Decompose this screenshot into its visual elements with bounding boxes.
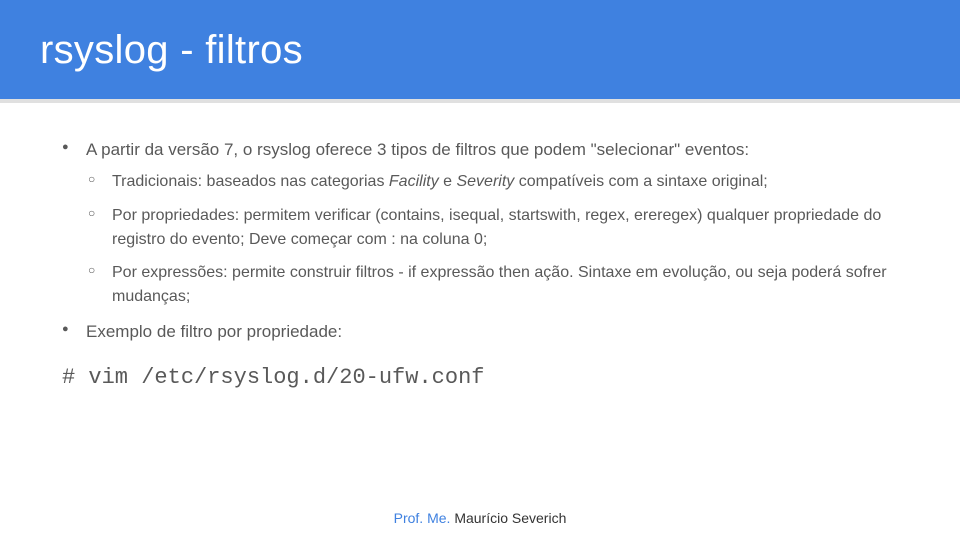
slide-footer: Prof. Me. Maurício Severich xyxy=(0,510,960,526)
bullet-intro: A partir da versão 7, o rsyslog oferece … xyxy=(60,137,900,309)
bullet-list: A partir da versão 7, o rsyslog oferece … xyxy=(60,137,900,344)
sub1-mid: e xyxy=(439,173,457,190)
footer-prefix: Prof. Me. xyxy=(394,510,455,526)
bullet-example: Exemplo de filtro por propriedade: xyxy=(60,319,900,344)
sub1-severity: Severity xyxy=(456,173,514,190)
sub-bullet-list: Tradicionais: baseados nas categorias Fa… xyxy=(86,170,900,308)
slide-title: rsyslog - filtros xyxy=(40,28,920,73)
slide-body: A partir da versão 7, o rsyslog oferece … xyxy=(0,103,960,538)
sub-bullet-expressoes: Por expressões: permite construir filtro… xyxy=(86,261,900,308)
command-line: # vim /etc/rsyslog.d/20-ufw.conf xyxy=(62,362,900,395)
footer-name: Maurício Severich xyxy=(454,510,566,526)
slide: rsyslog - filtros A partir da versão 7, … xyxy=(0,0,960,538)
bullet-intro-text: A partir da versão 7, o rsyslog oferece … xyxy=(86,140,749,159)
sub-bullet-propriedades: Por propriedades: permitem verificar (co… xyxy=(86,204,900,251)
sub1-pre: Tradicionais: baseados nas categorias xyxy=(112,173,389,190)
slide-header: rsyslog - filtros xyxy=(0,0,960,99)
sub-bullet-tradicionais: Tradicionais: baseados nas categorias Fa… xyxy=(86,170,900,194)
sub1-post: compatíveis com a sintaxe original; xyxy=(514,173,767,190)
sub1-facility: Facility xyxy=(389,173,439,190)
